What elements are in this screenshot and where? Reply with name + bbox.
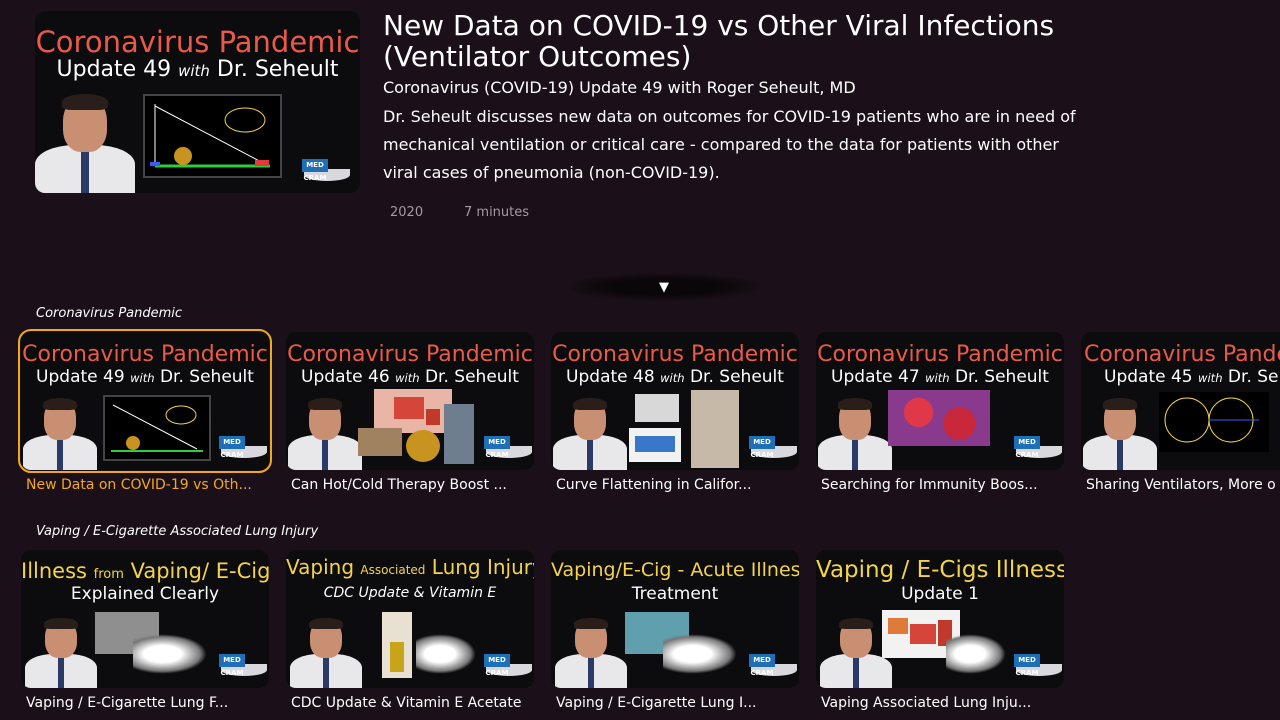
thumbnail-subtitle: CDC Update & Vitamin E — [323, 585, 497, 601]
video-card[interactable]: Coronavirus Pandemic Update 49 with Dr. … — [18, 329, 272, 500]
thumbnail-title: Coronavirus Pandemic — [287, 342, 533, 367]
medcram-logo: MED CRAM — [482, 654, 532, 677]
video-card[interactable]: Vaping Associated Lung Injury CDC Update… — [286, 550, 534, 718]
lungs-diagram — [1159, 392, 1269, 452]
doctor-image — [25, 606, 97, 688]
doctor-image — [288, 386, 362, 470]
thumbnail-title: Vaping Associated Lung Injury — [286, 555, 534, 579]
card-title: CDC Update & Vitamin E Acetate — [291, 695, 522, 711]
card-title: Can Hot/Cold Therapy Boost ... — [291, 477, 507, 493]
thumbnail-subtitle: Treatment — [631, 584, 719, 604]
card-thumbnail[interactable]: Coronavirus Pandemic Update 48 with Dr. … — [551, 332, 799, 470]
video-card[interactable]: Illness from Vaping/ E-Cigs Explained Cl… — [21, 550, 269, 718]
card-title: New Data on COVID-19 vs Oth... — [26, 477, 252, 493]
thumbnail-subtitle: Update 45 with Dr. Sehe — [1104, 367, 1280, 387]
blood-cells-image — [888, 390, 990, 446]
thumbnail-title: Vaping / E-Cigs Illness — [816, 557, 1064, 583]
card-thumbnail[interactable]: Vaping / E-Cigs Illness Update 1 MED CRA… — [816, 550, 1064, 688]
thumbnail-subtitle: Update 1 — [901, 584, 979, 604]
map-illustration — [374, 389, 452, 433]
medcram-logo: MED CRAM — [217, 436, 267, 459]
video-card[interactable]: Coronavirus Pande Update 45 with Dr. Seh… — [1081, 332, 1280, 500]
thumbnail-title: Coronavirus Pandemic — [552, 342, 798, 367]
thumbnail-title: Illness from Vaping/ E-Cigs — [21, 559, 269, 583]
graph-illustration — [143, 94, 282, 178]
vapor-image — [416, 634, 476, 674]
card-title: Searching for Immunity Boos... — [821, 477, 1038, 493]
graph-illustration — [103, 395, 211, 461]
medcram-logo: MED CRAM — [1012, 436, 1062, 459]
medcram-logo: MED CRAM — [482, 436, 532, 459]
thumbnail-subtitle: Update 47 with Dr. Seheult — [831, 367, 1049, 387]
release-year: 2020 — [390, 205, 424, 220]
medcram-logo: MED CRAM — [747, 436, 797, 459]
card-thumbnail[interactable]: Coronavirus Pandemic Update 46 with Dr. … — [286, 332, 534, 470]
diagram-image — [629, 428, 681, 462]
thumbnail-title: Coronavirus Pandemic — [22, 342, 268, 367]
doctor-image — [553, 386, 627, 470]
row-heading-coronavirus: Coronavirus Pandemic — [36, 306, 183, 321]
video-description: Dr. Seheult discusses new data on outcom… — [383, 107, 1076, 182]
doctor-image — [818, 386, 892, 470]
thumbnail-title: Vaping/E-Cig - Acute Illness — [551, 559, 799, 581]
video-card[interactable]: Coronavirus Pandemic Update 48 with Dr. … — [551, 332, 799, 500]
expand-button[interactable]: ▼ — [566, 273, 762, 301]
vapor-image — [946, 634, 1006, 674]
doctor-image — [23, 386, 97, 470]
photo-illustration — [358, 428, 402, 456]
virus-illustration — [406, 430, 440, 462]
microscope-image — [635, 394, 679, 422]
medcram-logo: MED CRAM — [747, 654, 797, 677]
card-title: Vaping Associated Lung Inju... — [821, 695, 1032, 711]
medcram-logo: MED CRAM — [217, 654, 267, 677]
row-heading-vaping: Vaping / E-Cigarette Associated Lung Inj… — [36, 524, 319, 539]
video-card[interactable]: Vaping / E-Cigs Illness Update 1 MED CRA… — [816, 550, 1064, 718]
card-title: Curve Flattening in Califor... — [556, 477, 752, 493]
thumbnail-subtitle: Update 49 with Dr. Seheult — [36, 367, 254, 387]
video-subtitle: Coronavirus (COVID-19) Update 49 with Ro… — [383, 78, 856, 97]
doctor-image — [35, 78, 135, 193]
video-card[interactable]: Vaping/E-Cig - Acute Illness Treatment M… — [551, 550, 799, 718]
thumbnail-title: Coronavirus Pandemic — [817, 342, 1063, 367]
video-card[interactable]: Coronavirus Pandemic Update 46 with Dr. … — [286, 332, 534, 500]
thumbnail-subtitle: Explained Clearly — [70, 584, 220, 604]
card-title: Sharing Ventilators, More o — [1086, 477, 1276, 493]
card-thumbnail[interactable]: Coronavirus Pandemic Update 49 with Dr. … — [18, 329, 272, 473]
doctor-image — [1083, 386, 1157, 470]
vapor-image — [663, 634, 737, 674]
medcram-logo: MED CRAM — [1012, 654, 1062, 677]
vapor-image — [133, 634, 207, 674]
doctor-image — [290, 606, 362, 688]
card-thumbnail[interactable]: Vaping Associated Lung Injury CDC Update… — [286, 550, 534, 688]
card-thumbnail[interactable]: Illness from Vaping/ E-Cigs Explained Cl… — [21, 550, 269, 688]
thumbnail-subtitle: Update 48 with Dr. Seheult — [566, 367, 784, 387]
card-title: Vaping / E-Cigarette Lung I... — [556, 695, 757, 711]
video-duration: 7 minutes — [464, 205, 530, 220]
card-thumbnail[interactable]: Coronavirus Pandemic Update 47 with Dr. … — [816, 332, 1064, 470]
card-title: Vaping / E-Cigarette Lung F... — [26, 695, 229, 711]
card-thumbnail[interactable]: Vaping/E-Cig - Acute Illness Treatment M… — [551, 550, 799, 688]
video-card[interactable]: Coronavirus Pandemic Update 47 with Dr. … — [816, 332, 1064, 500]
medcram-logo: MED CRAM — [300, 159, 350, 182]
healthcare-worker-photo — [691, 390, 739, 468]
person-photo — [444, 404, 474, 464]
thumbnail-title: Coronavirus Pande — [1084, 342, 1280, 367]
card-thumbnail[interactable]: Coronavirus Pande Update 45 with Dr. Seh… — [1081, 332, 1280, 470]
thumbnail-title: Coronavirus Pandemic — [35, 25, 360, 59]
video-title: New Data on COVID-19 vs Other Viral Infe… — [383, 9, 1055, 73]
hero-thumbnail[interactable]: Coronavirus Pandemic Update 49 with Dr. … — [35, 11, 360, 193]
doctor-image — [555, 606, 627, 688]
vial-image — [382, 612, 412, 678]
chevron-down-icon: ▼ — [659, 279, 669, 295]
thumbnail-subtitle: Update 46 with Dr. Seheult — [301, 367, 519, 387]
